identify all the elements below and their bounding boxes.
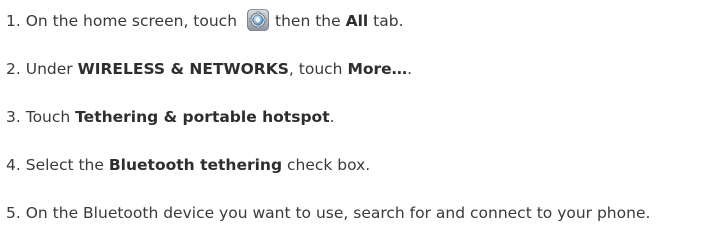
step-5: 5. On the Bluetooth device you want to u… bbox=[6, 200, 708, 226]
section-name: WIRELESS & NETWORKS bbox=[77, 60, 289, 78]
step-4: 4. Select the Bluetooth tethering check … bbox=[6, 152, 370, 179]
step-number: 5. bbox=[6, 204, 21, 222]
step-text: Select the bbox=[25, 156, 104, 174]
step-text: check box. bbox=[286, 156, 371, 174]
menu-item-name: Tethering & portable hotspot bbox=[75, 108, 330, 126]
step-number: 1. bbox=[6, 12, 21, 30]
option-name: Bluetooth tethering bbox=[108, 156, 283, 174]
tab-name: All bbox=[345, 12, 369, 30]
step-3: 3. Touch Tethering & portable hotspot. bbox=[6, 104, 335, 131]
step-text: , touch bbox=[288, 60, 343, 78]
menu-item-name: More… bbox=[347, 60, 408, 78]
step-number: 3. bbox=[6, 108, 21, 126]
step-number: 4. bbox=[6, 156, 21, 174]
step-number: 2. bbox=[6, 60, 21, 78]
step-text: On the Bluetooth device you want to use,… bbox=[25, 204, 651, 222]
step-2: 2. Under WIRELESS & NETWORKS, touch More… bbox=[6, 56, 412, 83]
step-text: Under bbox=[25, 60, 73, 78]
step-text: Touch bbox=[25, 108, 71, 126]
step-text: . bbox=[407, 60, 413, 78]
settings-icon bbox=[247, 9, 269, 31]
step-1: 1. On the home screen, touch then the Al… bbox=[6, 8, 404, 35]
step-text: . bbox=[329, 108, 335, 126]
step-text: On the home screen, touch bbox=[25, 12, 238, 30]
step-text: then the bbox=[275, 12, 341, 30]
step-text: tab. bbox=[373, 12, 404, 30]
